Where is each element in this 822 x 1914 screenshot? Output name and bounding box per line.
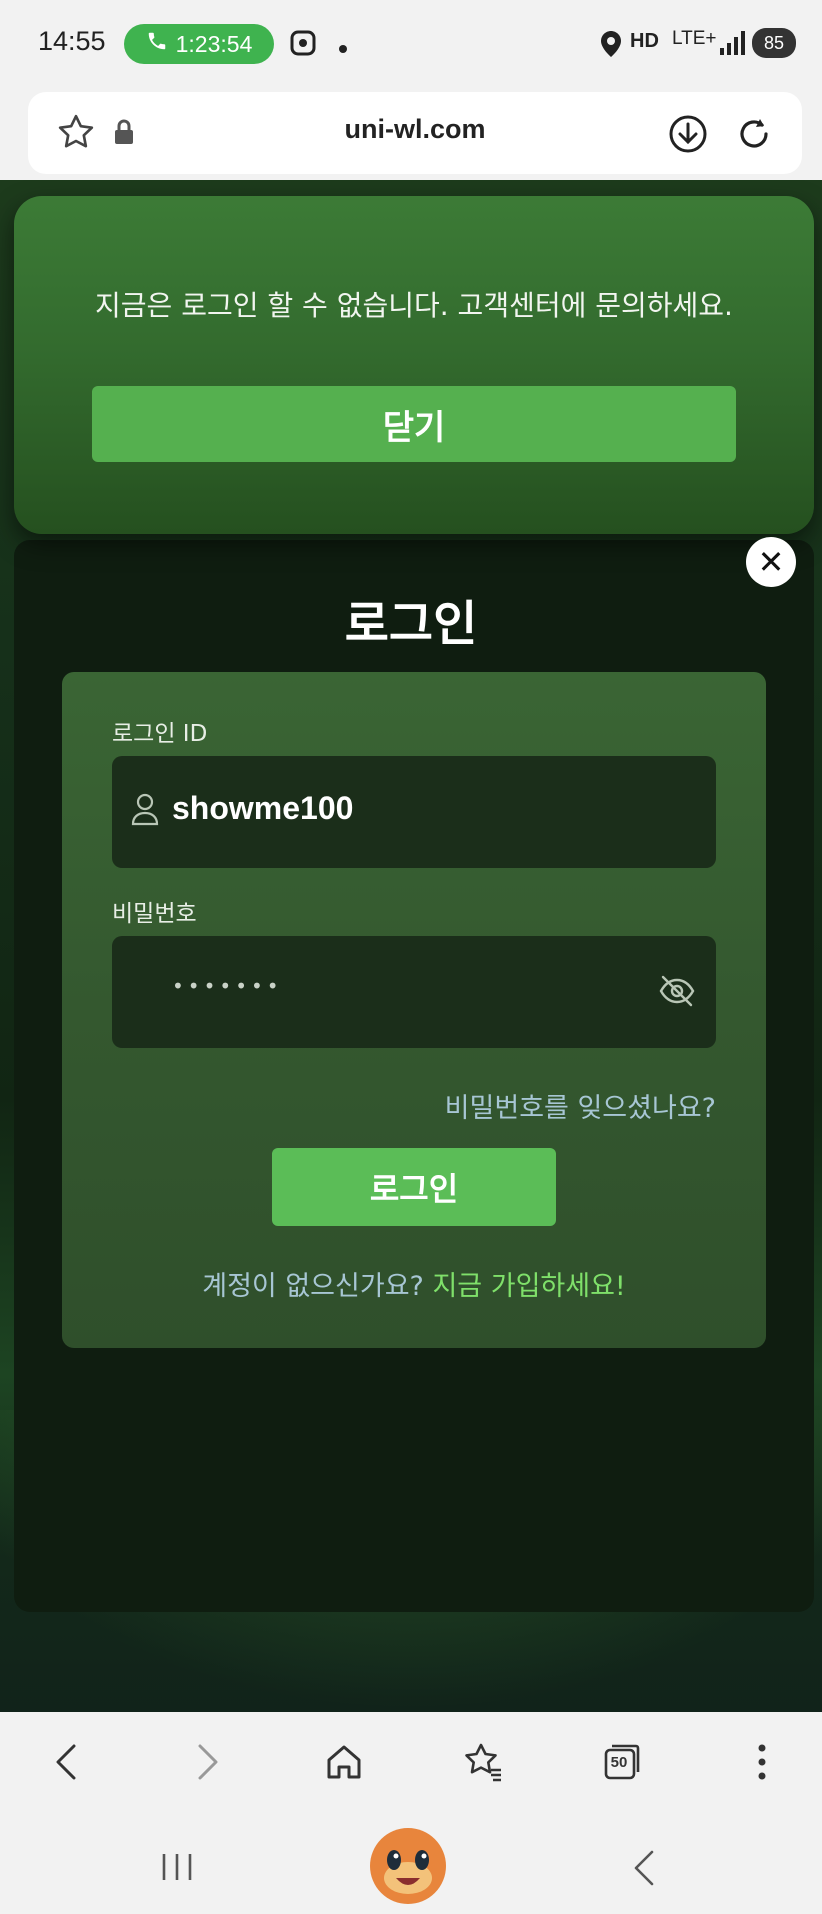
password-label: 비밀번호 bbox=[112, 901, 197, 927]
location-icon bbox=[600, 30, 622, 64]
password-value: ••••••• bbox=[172, 974, 283, 998]
call-timer-pill[interactable]: 1:23:54 bbox=[124, 24, 274, 64]
forward-icon[interactable] bbox=[186, 1740, 230, 1784]
system-back-icon[interactable] bbox=[632, 1848, 656, 1892]
id-value: showme100 bbox=[172, 790, 354, 826]
phone-icon bbox=[146, 30, 168, 58]
id-input[interactable]: showme100 bbox=[112, 756, 716, 868]
login-submit-button[interactable]: 로그인 bbox=[272, 1148, 556, 1226]
id-label: 로그인 ID bbox=[112, 721, 208, 747]
more-menu-icon[interactable] bbox=[740, 1740, 784, 1784]
alert-dialog: 지금은 로그인 할 수 없습니다. 고객센터에 문의하세요. 닫기 bbox=[14, 196, 814, 534]
signal-icon bbox=[718, 30, 746, 62]
signup-question: 계정이 없으신가요? bbox=[202, 1271, 424, 1302]
user-icon bbox=[130, 792, 160, 830]
status-bar: 14:55 1:23:54 HD LTE+ 85 bbox=[0, 0, 822, 88]
address-bar[interactable]: uni-wl.com bbox=[28, 92, 802, 174]
alert-close-button[interactable]: 닫기 bbox=[92, 386, 736, 462]
tabs-icon[interactable]: 50 bbox=[600, 1740, 644, 1784]
eye-off-icon[interactable] bbox=[658, 974, 696, 1012]
hd-voice-indicator: HD bbox=[630, 30, 659, 52]
bookmarks-icon[interactable] bbox=[462, 1740, 506, 1784]
system-navigation-bar bbox=[0, 1812, 822, 1914]
tabs-count: 50 bbox=[610, 1754, 628, 1771]
web-page: 지금은 로그인 할 수 없습니다. 고객센터에 문의하세요. 닫기 ✕ 로그인 … bbox=[0, 180, 822, 1712]
alert-message: 지금은 로그인 할 수 없습니다. 고객센터에 문의하세요. bbox=[95, 289, 733, 322]
battery-indicator: 85 bbox=[752, 28, 796, 58]
recent-apps-icon[interactable] bbox=[160, 1852, 194, 1886]
forgot-password-link[interactable]: 비밀번호를 잊으셨나요? bbox=[445, 1086, 716, 1125]
screen-capture-icon bbox=[288, 28, 318, 64]
signup-prompt: 계정이 없으신가요? 지금 가입하세요! bbox=[62, 1264, 766, 1303]
home-icon[interactable] bbox=[322, 1740, 366, 1784]
call-timer: 1:23:54 bbox=[175, 30, 253, 57]
signup-link[interactable]: 지금 가입하세요! bbox=[432, 1271, 625, 1302]
notification-dot-icon bbox=[338, 34, 348, 60]
browser-toolbar: 50 bbox=[0, 1712, 822, 1812]
back-icon[interactable] bbox=[44, 1740, 88, 1784]
login-form: 로그인 ID showme100 비밀번호 ••••••• 비밀번호를 잊으셨나… bbox=[62, 672, 766, 1348]
clock: 14:55 bbox=[38, 26, 106, 56]
assistant-avatar-icon[interactable] bbox=[366, 1822, 450, 1910]
download-icon[interactable] bbox=[668, 114, 708, 158]
modal-close-icon[interactable]: ✕ bbox=[746, 537, 796, 587]
password-input[interactable]: ••••••• bbox=[112, 936, 716, 1048]
lte-indicator: LTE+ bbox=[672, 28, 717, 49]
reload-icon[interactable] bbox=[734, 114, 774, 158]
login-title: 로그인 bbox=[344, 596, 478, 652]
